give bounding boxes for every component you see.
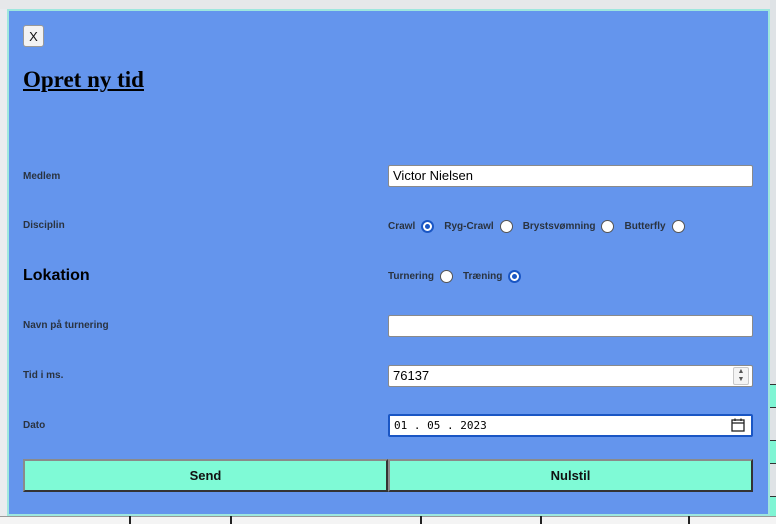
- member-label: Medlem: [23, 171, 61, 182]
- location-label: Lokation: [23, 267, 90, 284]
- member-input[interactable]: Victor Nielsen: [388, 165, 753, 187]
- background-table-cell: [770, 384, 776, 408]
- radio-label-butterfly: Butterfly: [624, 220, 666, 232]
- reset-button[interactable]: Nulstil: [388, 459, 753, 492]
- date-value: 01 . 05 . 2023: [394, 419, 487, 432]
- table-divider: [540, 516, 542, 524]
- tournament-name-label: Navn på turnering: [23, 320, 109, 331]
- discipline-label: Disciplin: [23, 220, 65, 231]
- radio-label-crawl: Crawl: [388, 220, 416, 232]
- time-value: 76137: [393, 368, 430, 383]
- number-stepper[interactable]: ▲ ▼: [733, 367, 749, 385]
- date-input[interactable]: 01 . 05 . 2023: [388, 414, 753, 437]
- table-divider: [420, 516, 422, 524]
- radio-turnering[interactable]: [439, 269, 453, 283]
- table-divider: [688, 516, 690, 524]
- radio-butterfly[interactable]: [671, 219, 685, 233]
- time-label: Tid i ms.: [23, 370, 64, 381]
- radio-brystsvomning[interactable]: [601, 219, 615, 233]
- radio-label-ryg-crawl: Ryg-Crawl: [444, 220, 494, 232]
- location-radio-group: Turnering Træning: [388, 268, 531, 284]
- radio-label-brystsvomning: Brystsvømning: [522, 220, 596, 232]
- date-label: Dato: [23, 420, 46, 431]
- table-divider: [230, 516, 232, 524]
- close-button[interactable]: X: [23, 25, 44, 47]
- radio-crawl[interactable]: [421, 219, 435, 233]
- table-divider: [129, 516, 131, 524]
- background-page-top: [0, 0, 776, 9]
- send-button[interactable]: Send: [23, 459, 388, 492]
- background-table-cell: [770, 440, 776, 464]
- tournament-name-input[interactable]: [388, 315, 753, 337]
- modal-title: Opret ny tid: [23, 67, 144, 92]
- discipline-radio-group: Crawl Ryg-Crawl Brystsvømning Butterfly: [388, 218, 695, 234]
- background-page-table: [0, 516, 776, 524]
- calendar-icon[interactable]: [731, 418, 745, 435]
- radio-label-turnering: Turnering: [388, 270, 434, 282]
- create-time-modal: X Opret ny tid Medlem Victor Nielsen Dis…: [7, 9, 770, 516]
- radio-label-traening: Træning: [462, 270, 503, 282]
- time-input[interactable]: 76137 ▲ ▼: [388, 365, 753, 387]
- radio-ryg-crawl[interactable]: [499, 219, 513, 233]
- radio-traening[interactable]: [508, 269, 522, 283]
